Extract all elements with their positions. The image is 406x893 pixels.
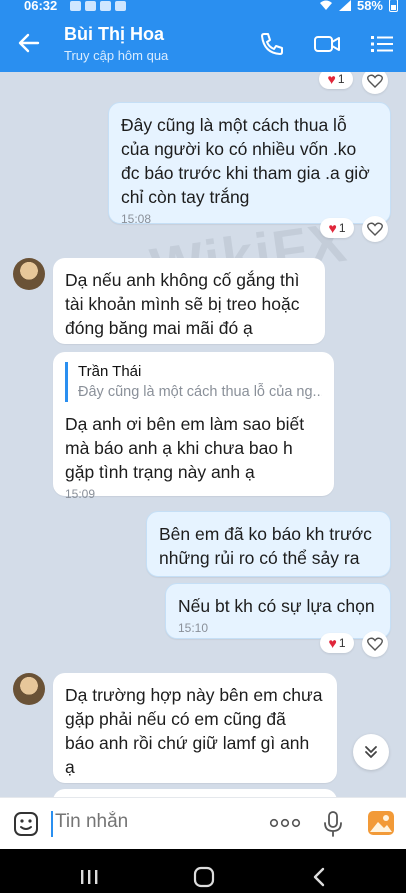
reaction-pill[interactable]: ♥ 1: [319, 72, 353, 89]
message-line: Dạ anh ơi bên em làm sao biết: [65, 414, 305, 434]
battery-icon: [389, 0, 398, 12]
message-line: ạ: [65, 757, 75, 777]
wifi-icon: [319, 0, 332, 10]
message-line: Dạ nếu anh không cố gắng thì: [65, 270, 300, 290]
quoted-text: Đây cũng là một cách thua lỗ của ng...: [78, 384, 322, 400]
battery-percent: 58%: [356, 0, 383, 13]
heart-outline-icon: [367, 74, 383, 88]
more-options-icon[interactable]: [269, 818, 301, 828]
menu-list-icon[interactable]: [368, 30, 396, 58]
message-line: gặp tình trạng này anh ạ: [65, 462, 255, 482]
recent-apps-icon[interactable]: [79, 868, 99, 886]
message-line: Dạ trường hợp này bên em chưa: [65, 685, 323, 705]
message-bubble-incoming[interactable]: Dạ nếu anh không cố gắng thì tài khoản m…: [53, 258, 325, 344]
text-cursor: [51, 811, 53, 837]
message-input[interactable]: [55, 811, 235, 833]
microphone-icon[interactable]: [323, 810, 343, 838]
contact-name[interactable]: Bùi Thị Hoa: [64, 24, 164, 45]
contact-avatar[interactable]: [13, 673, 45, 705]
double-chevron-down-icon: [365, 746, 377, 758]
message-time: 15:09: [65, 487, 96, 501]
message-line: Đây cũng là một cách thua lỗ: [121, 115, 347, 135]
message-bubble-outgoing[interactable]: Bên em đã ko báo kh trước những rủi ro c…: [146, 511, 391, 577]
reaction-count: 1: [338, 221, 346, 235]
message-bubble-outgoing[interactable]: Nếu bt kh có sự lựa chọn 15:10: [165, 583, 391, 639]
message-line: chỉ còn tay trắng: [121, 187, 250, 207]
like-button[interactable]: [362, 72, 388, 94]
reaction-pill[interactable]: ♥ 1: [320, 218, 354, 238]
reaction-count: 1: [337, 72, 345, 86]
message-bubble-incoming-reply[interactable]: Trần Thái Đây cũng là một cách thua lỗ c…: [53, 352, 334, 501]
chat-header: Bùi Thị Hoa Truy cập hôm qua: [0, 14, 406, 72]
message-line: mà báo anh ạ khi chưa bao h: [65, 438, 293, 458]
heart-outline-icon: [367, 222, 383, 236]
like-button[interactable]: [362, 631, 388, 657]
heart-icon: ♥: [328, 635, 337, 651]
notification-icons: [70, 1, 126, 11]
back-arrow-icon[interactable]: [16, 30, 42, 56]
message-line: gặp phải nếu có em cũng đã: [65, 709, 286, 729]
reaction-count: 1: [338, 636, 346, 650]
quoted-message[interactable]: Trần Thái Đây cũng là một cách thua lỗ c…: [65, 362, 322, 402]
contact-avatar[interactable]: [13, 258, 45, 290]
system-navigation-bar: [0, 849, 406, 893]
video-call-icon[interactable]: [313, 30, 341, 58]
home-icon[interactable]: [193, 866, 215, 888]
message-list[interactable]: WikiFX WikiFX ♥ 1 Đây cũng là một cách t…: [0, 72, 406, 797]
message-line: Bên em đã ko báo kh trước: [159, 524, 372, 544]
message-line: những rủi ro có thể sảy ra: [159, 548, 360, 568]
heart-icon: ♥: [327, 72, 336, 87]
last-seen: Truy cập hôm qua: [64, 48, 169, 63]
emoji-icon[interactable]: [13, 811, 39, 837]
message-line: báo anh rồi chứ giữ lamf gì anh: [65, 733, 310, 753]
message-bubble-incoming[interactable]: Dạ trường hợp này bên em chưa gặp phải n…: [53, 673, 337, 783]
message-line: đóng băng mai mãi đó ạ: [65, 318, 253, 338]
status-right: 58%: [319, 0, 398, 13]
signal-icon: [338, 0, 351, 11]
heart-icon: ♥: [328, 220, 337, 236]
message-line: đc báo trước khi tham gia .a giờ: [121, 163, 370, 183]
message-line: tài khoản mình sẽ bị treo hoặc: [65, 294, 300, 314]
message-input-bar: [0, 797, 406, 850]
status-bar: 06:32 58%: [0, 0, 406, 14]
message-bubble-incoming-partial[interactable]: [53, 789, 337, 797]
scroll-to-bottom-button[interactable]: [353, 734, 389, 770]
message-line: Nếu bt kh có sự lựa chọn: [178, 596, 375, 616]
heart-outline-icon: [367, 637, 383, 651]
quoted-author: Trần Thái: [78, 363, 142, 380]
phone-call-icon[interactable]: [258, 30, 286, 58]
like-button[interactable]: [362, 216, 388, 242]
status-time: 06:32: [24, 0, 58, 13]
message-line: của người ko có nhiều vốn .ko: [121, 139, 357, 159]
image-gallery-icon[interactable]: [367, 810, 395, 836]
reaction-pill[interactable]: ♥ 1: [320, 633, 354, 653]
message-bubble-outgoing[interactable]: Đây cũng là một cách thua lỗ của người k…: [108, 102, 391, 226]
back-icon[interactable]: [311, 867, 327, 887]
